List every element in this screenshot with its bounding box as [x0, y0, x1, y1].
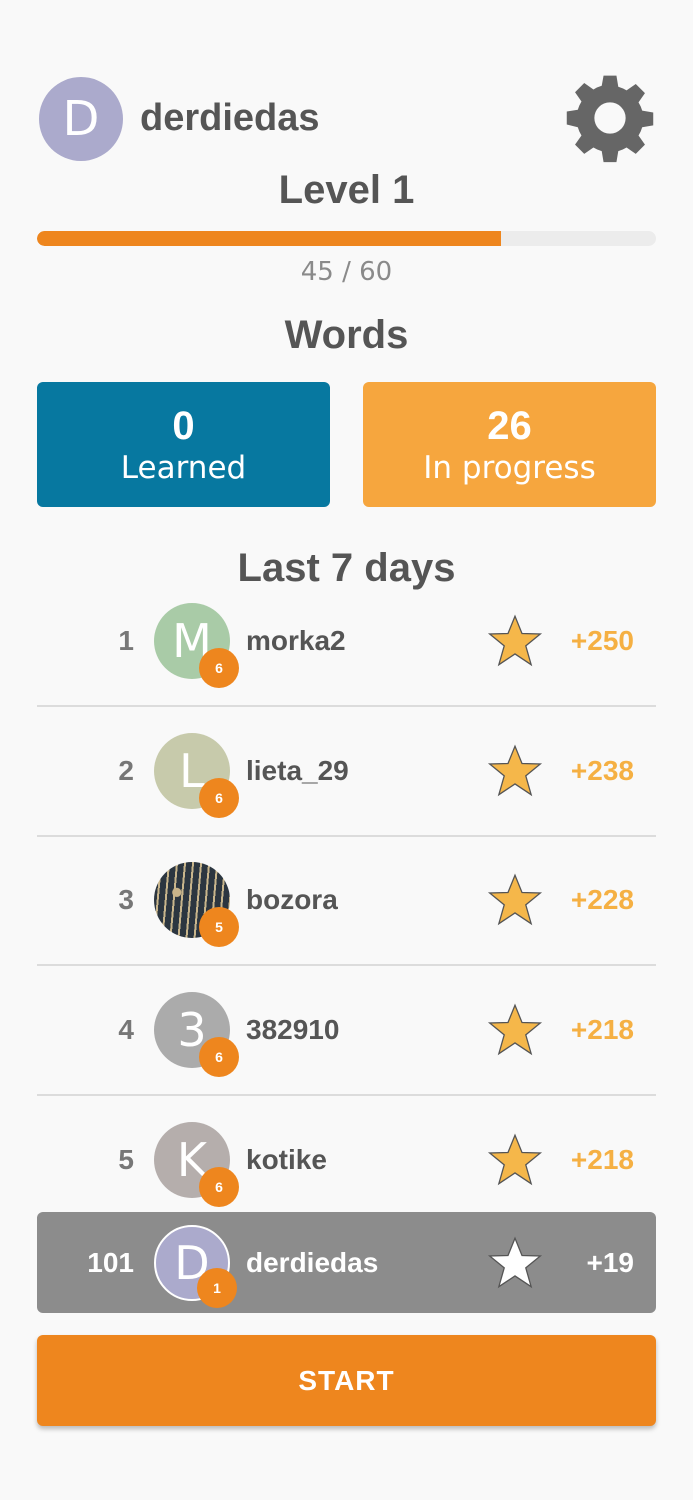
in-progress-words-card[interactable]: 26 In progress	[363, 382, 656, 507]
rank: 5	[118, 1144, 134, 1175]
gear-icon[interactable]	[564, 72, 656, 164]
level-badge: 6	[199, 777, 239, 818]
leaderboard-row[interactable]: 5 K 6 kotike +218	[37, 1095, 656, 1225]
points: +250	[570, 625, 634, 656]
leaderboard-row[interactable]: 2 L 6 lieta_29 +238	[37, 707, 656, 837]
rank: 3	[118, 884, 134, 915]
avatar: L6	[154, 732, 239, 818]
user-name: morka2	[246, 625, 346, 656]
avatar: D 1	[154, 1224, 237, 1308]
points: +228	[570, 884, 634, 915]
level-progress-bar	[37, 231, 656, 246]
rank: 1	[118, 625, 134, 656]
learned-count: 0	[172, 404, 195, 448]
in-progress-label: In progress	[423, 450, 596, 486]
star-icon	[487, 1133, 543, 1186]
in-progress-count: 26	[487, 404, 532, 448]
avatar: K6	[154, 1122, 239, 1207]
leaderboard-row[interactable]: 3 5 bozora +228	[37, 836, 656, 966]
star-icon	[487, 873, 543, 926]
level-badge: 1	[197, 1267, 237, 1308]
level-badge: 6	[199, 648, 239, 688]
user-name: lieta_29	[246, 754, 349, 786]
current-user-row[interactable]: 101 D 1 derdiedas +19	[37, 1212, 656, 1313]
profile-header: D derdiedas	[37, 75, 656, 163]
rank: 2	[118, 754, 134, 786]
points: +218	[570, 1144, 634, 1175]
avatar: 5	[154, 862, 239, 947]
leaderboard-row[interactable]: 1 M 6 morka2 +250	[37, 577, 656, 707]
avatar[interactable]: D	[39, 77, 123, 161]
points: +218	[570, 1013, 634, 1045]
star-icon	[487, 744, 543, 796]
user-name: 382910	[246, 1013, 340, 1045]
rank: 101	[87, 1246, 134, 1278]
level-title: Level 1	[278, 168, 415, 212]
avatar: M6	[154, 603, 239, 688]
points: +238	[570, 754, 634, 786]
star-icon	[487, 1236, 543, 1288]
words-title: Words	[284, 313, 409, 357]
username: derdiedas	[140, 97, 320, 139]
user-name: bozora	[246, 884, 338, 915]
start-button[interactable]: START	[37, 1335, 656, 1426]
leaderboard-row[interactable]: 4 3 6 382910 +218	[37, 966, 656, 1096]
user-name: derdiedas	[246, 1246, 379, 1278]
learned-label: Learned	[120, 450, 247, 486]
rank: 4	[118, 1013, 134, 1045]
level-progress-fill	[37, 231, 502, 246]
avatar-letter: D	[62, 91, 100, 147]
star-icon	[487, 614, 543, 667]
learned-words-card[interactable]: 0 Learned	[37, 382, 330, 507]
user-name: kotike	[246, 1144, 327, 1175]
points: +19	[586, 1246, 635, 1278]
level-progress-text: 45 / 60	[300, 257, 393, 287]
star-icon	[487, 1003, 543, 1055]
level-badge: 5	[199, 907, 239, 947]
level-badge: 6	[199, 1036, 239, 1077]
level-badge: 6	[199, 1167, 239, 1207]
avatar: 36	[154, 991, 239, 1077]
